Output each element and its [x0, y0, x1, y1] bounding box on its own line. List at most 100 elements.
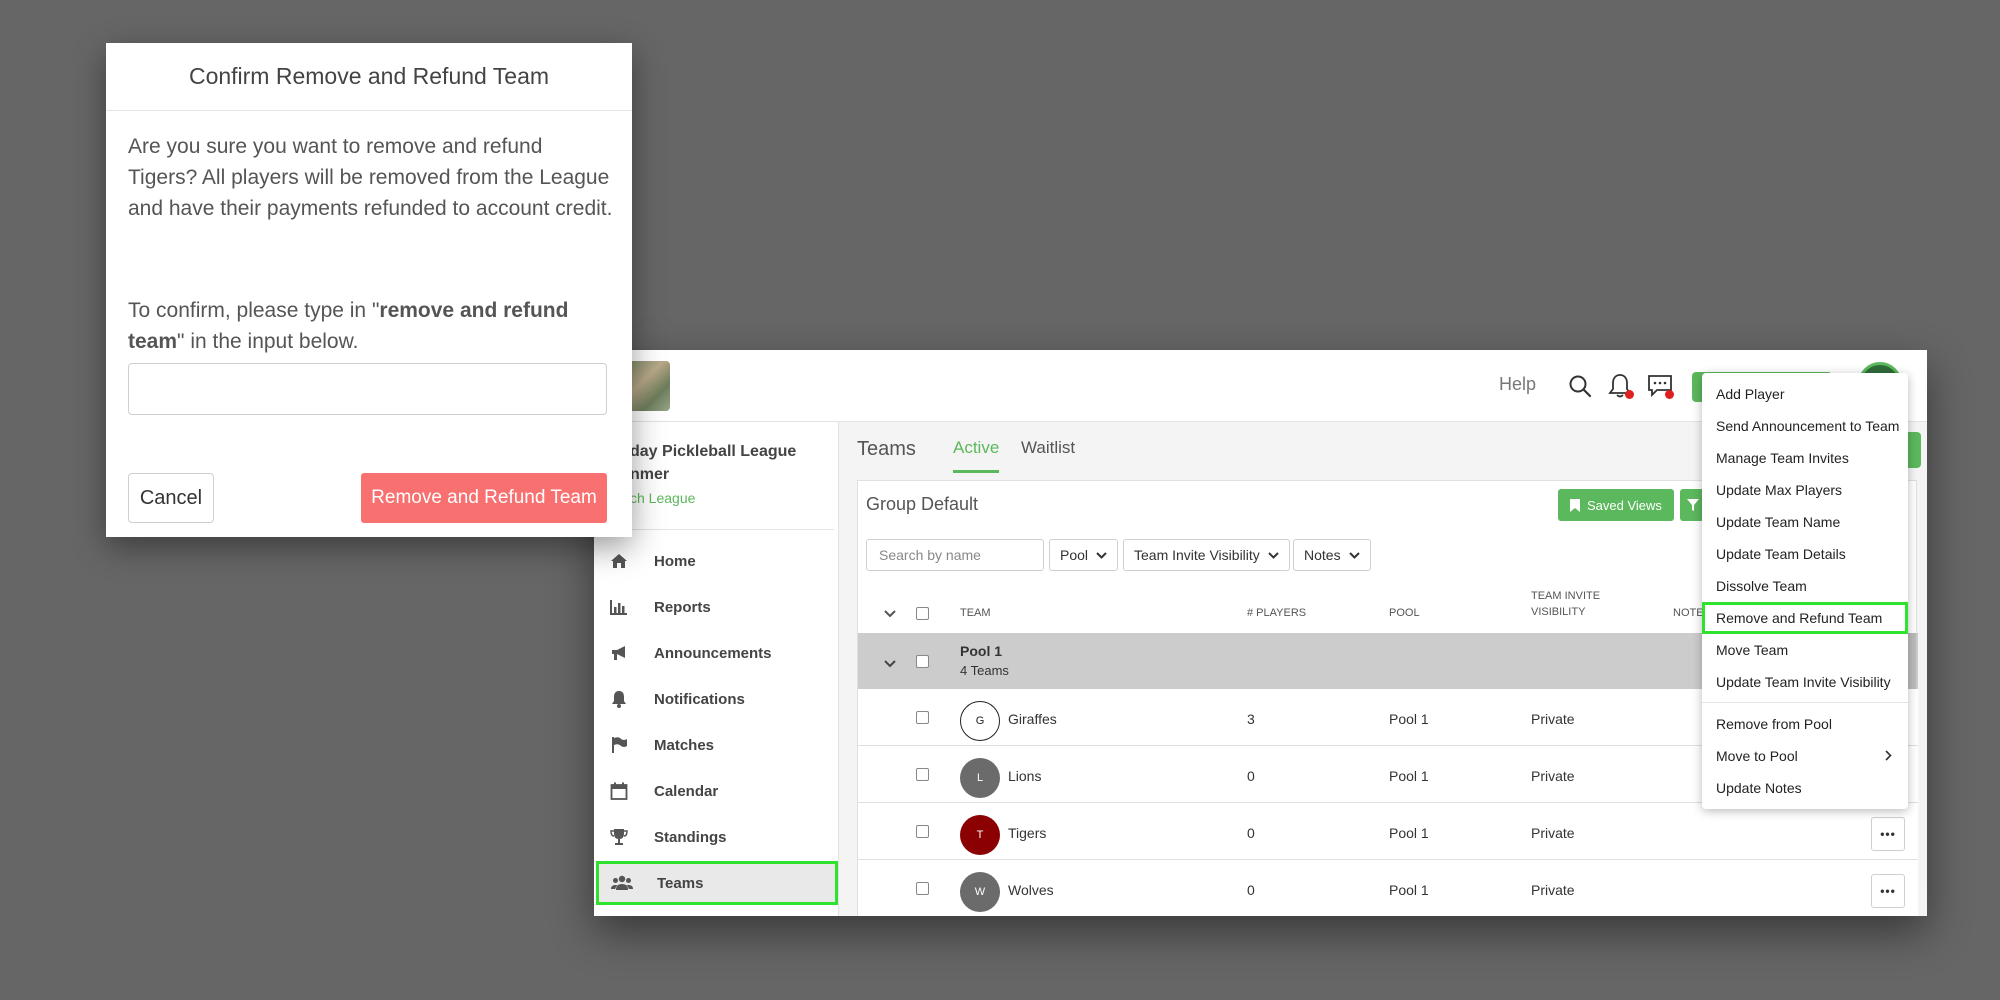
modal-title: Confirm Remove and Refund Team — [106, 43, 632, 111]
team-visibility: Private — [1531, 768, 1575, 784]
chat-icon[interactable] — [1642, 368, 1678, 404]
team-avatar: W — [960, 872, 1000, 912]
menu-item-dissolve-team[interactable]: Dissolve Team — [1702, 570, 1908, 602]
pool-filter-dropdown[interactable]: Pool — [1049, 539, 1119, 571]
pool-checkbox[interactable] — [916, 655, 929, 668]
menu-item-update-team-details[interactable]: Update Team Details — [1702, 538, 1908, 570]
sidebar-item-label: Teams — [657, 874, 704, 892]
table-row[interactable]: W Wolves 0 Pool 1 Private ••• — [858, 860, 1918, 916]
menu-item-remove-from-pool[interactable]: Remove from Pool — [1702, 708, 1908, 740]
row-more-button[interactable]: ••• — [1871, 874, 1905, 908]
chevron-down-icon — [1268, 551, 1279, 559]
menu-item-update-invite-visibility[interactable]: Update Team Invite Visibility — [1702, 666, 1908, 698]
bell-icon — [606, 689, 632, 709]
modal-message: Are you sure you want to remove and refu… — [128, 135, 613, 220]
menu-item-manage-invites[interactable]: Manage Team Invites — [1702, 442, 1908, 474]
calendar-icon — [606, 781, 632, 801]
collapse-pool-icon[interactable] — [884, 655, 896, 671]
column-pool[interactable]: POOL — [1389, 605, 1420, 621]
visibility-filter-dropdown[interactable]: Team Invite Visibility — [1123, 539, 1290, 571]
team-pool: Pool 1 — [1389, 711, 1429, 727]
row-checkbox[interactable] — [916, 711, 929, 724]
confirm-remove-refund-modal: Confirm Remove and Refund Team Are you s… — [106, 43, 632, 537]
confirm-text-input[interactable] — [128, 363, 607, 415]
menu-item-update-max-players[interactable]: Update Max Players — [1702, 474, 1908, 506]
league-type-link[interactable]: ch League — [630, 490, 695, 506]
select-all-checkbox[interactable] — [916, 607, 929, 620]
flag-icon — [606, 735, 632, 755]
sidebar-item-label: Notifications — [654, 690, 745, 708]
table-row[interactable]: T Tigers 0 Pool 1 Private ••• — [858, 803, 1918, 860]
column-visibility[interactable]: TEAM INVITE VISIBILITY — [1531, 588, 1600, 620]
sidebar-item-matches[interactable]: Matches — [596, 723, 838, 767]
remove-and-refund-button[interactable]: Remove and Refund Team — [361, 473, 607, 523]
row-more-button[interactable]: ••• — [1871, 817, 1905, 851]
menu-item-move-to-pool-label: Move to Pool — [1716, 748, 1798, 764]
team-avatar: L — [960, 758, 1000, 798]
team-visibility: Private — [1531, 882, 1575, 898]
sidebar-item-home[interactable]: Home — [596, 539, 838, 583]
sidebar-item-label: Announcements — [654, 644, 772, 662]
team-name[interactable]: Tigers — [1008, 825, 1046, 841]
column-players[interactable]: # PLAYERS — [1247, 605, 1306, 621]
sidebar-item-label: Calendar — [654, 782, 719, 800]
menu-item-update-notes[interactable]: Update Notes — [1702, 772, 1908, 804]
pool-filter-label: Pool — [1060, 547, 1089, 563]
team-name[interactable]: Lions — [1008, 768, 1041, 784]
column-visibility-line2: VISIBILITY — [1531, 606, 1586, 618]
megaphone-icon — [606, 643, 632, 663]
sidebar-item-reports[interactable]: Reports — [596, 585, 838, 629]
row-checkbox[interactable] — [916, 825, 929, 838]
column-team[interactable]: TEAM — [960, 605, 991, 621]
notes-filter-label: Notes — [1304, 547, 1341, 563]
team-name[interactable]: Wolves — [1008, 882, 1054, 898]
sidebar-item-teams[interactable]: Teams — [596, 861, 838, 905]
menu-item-move-team[interactable]: Move Team — [1702, 634, 1908, 666]
more-icon: ••• — [1880, 884, 1896, 898]
home-icon — [606, 551, 632, 571]
sidebar-item-announcements[interactable]: Announcements — [596, 631, 838, 675]
active-tab-indicator — [953, 470, 999, 473]
sidebar-item-notifications[interactable]: Notifications — [596, 677, 838, 721]
row-checkbox[interactable] — [916, 882, 929, 895]
confirm-prefix: To confirm, please type in " — [128, 299, 380, 322]
confirm-suffix: " in the input below. — [177, 330, 359, 353]
league-logo[interactable] — [626, 361, 670, 411]
search-input[interactable] — [866, 539, 1044, 571]
menu-item-add-player[interactable]: Add Player — [1702, 378, 1908, 410]
team-visibility: Private — [1531, 711, 1575, 727]
page-title: Teams — [857, 438, 916, 460]
saved-views-button[interactable]: Saved Views — [1558, 489, 1674, 521]
tab-active[interactable]: Active — [953, 438, 999, 458]
tab-waitlist[interactable]: Waitlist — [1021, 438, 1075, 458]
menu-divider — [1702, 702, 1908, 703]
help-link[interactable]: Help — [1499, 374, 1536, 395]
visibility-filter-label: Team Invite Visibility — [1134, 547, 1260, 563]
menu-item-update-team-name[interactable]: Update Team Name — [1702, 506, 1908, 538]
menu-item-send-announcement[interactable]: Send Announcement to Team — [1702, 410, 1908, 442]
notification-dot — [1625, 390, 1634, 399]
cancel-button[interactable]: Cancel — [128, 473, 214, 523]
menu-item-remove-and-refund[interactable]: Remove and Refund Team — [1702, 602, 1908, 634]
message-dot — [1665, 390, 1674, 399]
users-icon — [609, 873, 635, 893]
team-pool: Pool 1 — [1389, 825, 1429, 841]
menu-item-move-to-pool[interactable]: Move to Pool — [1702, 740, 1908, 772]
pool-team-count: 4 Teams — [960, 663, 1009, 678]
collapse-all-icon[interactable] — [884, 605, 896, 621]
team-avatar: G — [960, 701, 1000, 741]
column-notes[interactable]: NOTE — [1673, 605, 1704, 621]
saved-views-label: Saved Views — [1587, 497, 1662, 513]
chevron-down-icon — [1096, 551, 1107, 559]
bell-icon[interactable] — [1602, 368, 1638, 404]
search-icon[interactable] — [1562, 368, 1598, 404]
bar-chart-icon — [606, 597, 632, 617]
notes-filter-dropdown[interactable]: Notes — [1293, 539, 1371, 571]
row-checkbox[interactable] — [916, 768, 929, 781]
chevron-right-icon — [1885, 748, 1892, 764]
team-name[interactable]: Giraffes — [1008, 711, 1057, 727]
sidebar-item-calendar[interactable]: Calendar — [596, 769, 838, 813]
sidebar-item-label: Home — [654, 552, 696, 570]
sidebar-item-standings[interactable]: Standings — [596, 815, 838, 859]
column-visibility-line1: TEAM INVITE — [1531, 590, 1601, 602]
